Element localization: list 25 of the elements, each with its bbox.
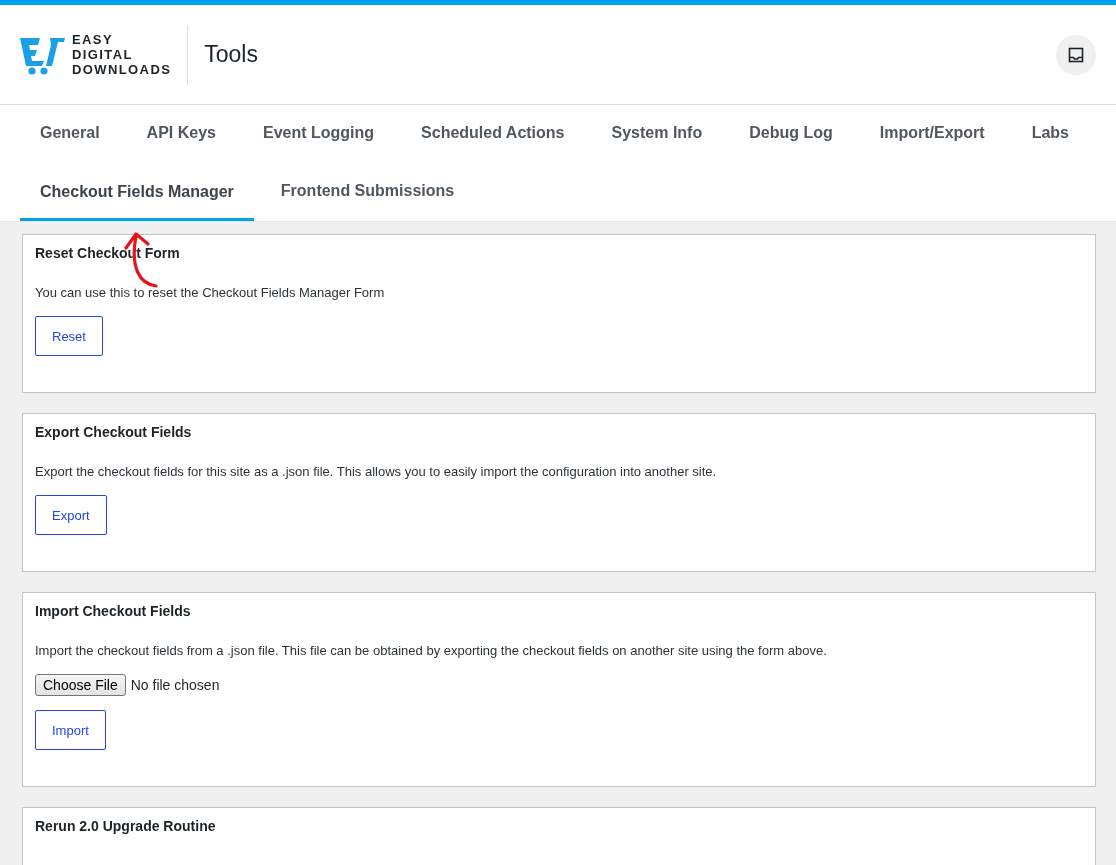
- card-description: You can use this to reset the Checkout Fields Manager Form: [35, 284, 386, 302]
- nav-tab[interactable]: Scheduled Actions: [401, 105, 585, 163]
- inbox-button[interactable]: [1056, 34, 1096, 75]
- nav-tab[interactable]: API Keys: [126, 105, 236, 163]
- logo-wordmark: EASY DIGITAL DOWNLOADS: [72, 32, 172, 77]
- action-button[interactable]: Export: [35, 495, 107, 535]
- card-title: Rerun 2.0 Upgrade Routine: [35, 817, 217, 835]
- action-button[interactable]: Import: [35, 710, 106, 750]
- card-title: Export Checkout Fields: [35, 423, 193, 441]
- nav-tab[interactable]: Labs: [1011, 105, 1089, 163]
- nav-tab[interactable]: System Info: [591, 105, 723, 163]
- card-title: Import Checkout Fields: [35, 602, 192, 620]
- card-description: Import the checkout fields from a .json file. This file can be obtained by exporting the checkout fields on another site using the form above.: [35, 642, 828, 660]
- file-status-text: No file chosen: [130, 677, 220, 693]
- nav-tab[interactable]: Frontend Submissions: [260, 163, 475, 221]
- nav-tab[interactable]: Debug Log: [729, 105, 853, 163]
- choose-file-button[interactable]: Choose File: [35, 674, 126, 696]
- inbox-icon: [1068, 46, 1084, 63]
- card-description: Export the checkout fields for this site as a .json file. This allows you to easily import the configuration into another site.: [35, 463, 718, 481]
- nav-tab[interactable]: General: [20, 105, 120, 163]
- nav-tab[interactable]: Checkout Fields Manager: [20, 166, 254, 221]
- action-button[interactable]: Reset: [35, 316, 103, 356]
- page-title: Tools: [204, 41, 258, 68]
- nav-tab[interactable]: Event Logging: [242, 105, 395, 163]
- nav-tab[interactable]: Import/Export: [859, 105, 1005, 163]
